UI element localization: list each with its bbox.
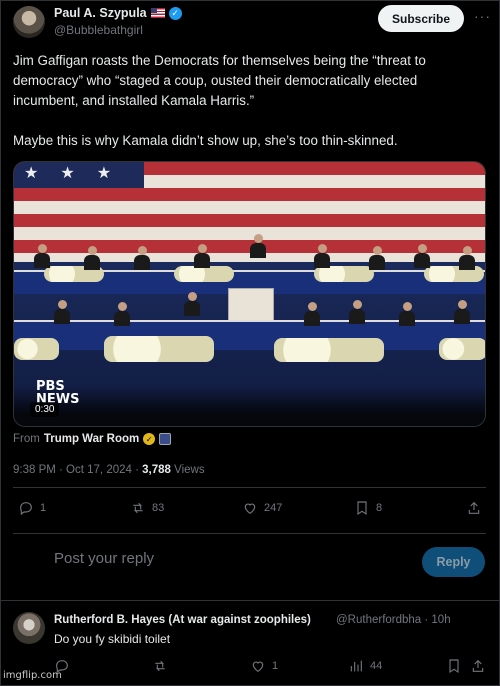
reply-comment[interactable]: Rutherford B. Hayes (At war against zoop… bbox=[0, 604, 500, 686]
tweet-timestamp[interactable]: 9:38 PM · Oct 17, 2024 · bbox=[13, 464, 139, 476]
flowers bbox=[104, 336, 214, 362]
commenter-avatar[interactable] bbox=[13, 612, 45, 644]
bookmark-count: 8 bbox=[376, 502, 383, 514]
guest bbox=[54, 300, 70, 324]
tweet-text: Jim Gaffigan roasts the Democrats for th… bbox=[13, 51, 483, 151]
analytics-icon bbox=[350, 660, 362, 672]
source-attribution: From Trump War Room ✓ bbox=[13, 433, 172, 445]
guest bbox=[349, 300, 365, 324]
like-action[interactable]: 247 bbox=[242, 500, 282, 516]
repost-action[interactable]: 83 bbox=[130, 500, 164, 516]
comment-text: Do you fy skibidi toilet bbox=[54, 632, 171, 646]
video-player[interactable]: ★★★ PBS NEWS 0:30 bbox=[13, 161, 486, 427]
guest bbox=[134, 246, 150, 270]
reply-count: 1 bbox=[40, 502, 47, 514]
author-display-name[interactable]: Paul A. Szypula bbox=[54, 6, 147, 20]
guest bbox=[114, 302, 130, 326]
flowers bbox=[439, 338, 485, 360]
guest bbox=[84, 246, 100, 270]
guest bbox=[454, 300, 470, 324]
comment-repost-action[interactable] bbox=[152, 658, 168, 674]
gold-verified-icon: ✓ bbox=[143, 433, 156, 445]
bookmark-icon bbox=[449, 659, 459, 674]
tweet-meta: 9:38 PM · Oct 17, 2024 · 3,788 Views bbox=[13, 464, 205, 476]
comment-like-action[interactable]: 1 bbox=[250, 658, 278, 674]
guest bbox=[314, 244, 330, 268]
flowers bbox=[424, 266, 484, 282]
flowers bbox=[174, 266, 234, 282]
heart-icon bbox=[252, 661, 264, 673]
guest bbox=[184, 292, 200, 316]
share-icon bbox=[472, 659, 484, 672]
commenter-handle-time[interactable]: @Rutherfordbha · 10h bbox=[336, 614, 451, 626]
guest bbox=[194, 244, 210, 268]
subscribe-button[interactable]: Subscribe bbox=[378, 5, 464, 32]
flowers bbox=[14, 338, 59, 360]
reply-composer: Reply bbox=[0, 540, 500, 585]
author-name-row[interactable]: Paul A. Szypula ✓ bbox=[54, 6, 182, 20]
comment-bookmark-action[interactable] bbox=[446, 658, 462, 674]
guest bbox=[459, 246, 475, 270]
verified-badge-icon[interactable]: ✓ bbox=[168, 6, 182, 20]
share-action[interactable] bbox=[466, 500, 482, 516]
commenter-name[interactable]: Rutherford B. Hayes (At war against zoop… bbox=[54, 614, 311, 626]
tweet-text-paragraph-1: Jim Gaffigan roasts the Democrats for th… bbox=[13, 53, 426, 108]
comment-view-count: 44 bbox=[370, 660, 383, 672]
author-handle[interactable]: @Bubblebathgirl bbox=[54, 23, 143, 37]
divider bbox=[13, 533, 486, 534]
guest bbox=[414, 244, 430, 268]
flag-stars: ★★★ bbox=[14, 162, 144, 188]
reply-button[interactable]: Reply bbox=[422, 547, 485, 577]
reply-icon bbox=[20, 502, 32, 516]
speaker bbox=[250, 234, 266, 258]
video-duration: 0:30 bbox=[30, 402, 60, 417]
author-avatar[interactable] bbox=[13, 6, 45, 38]
comment-share-action[interactable] bbox=[470, 658, 486, 674]
repost-icon bbox=[155, 660, 165, 672]
comment-like-count: 1 bbox=[272, 660, 279, 672]
divider bbox=[0, 600, 500, 601]
tweet-actions: 1 83 247 8 bbox=[0, 500, 500, 524]
flowers bbox=[274, 338, 384, 362]
more-dots-icon[interactable]: ··· bbox=[474, 8, 491, 24]
divider bbox=[13, 487, 486, 488]
guest bbox=[399, 302, 415, 326]
heart-icon bbox=[244, 503, 256, 515]
views-count: 3,788 bbox=[142, 464, 171, 476]
repost-icon bbox=[133, 502, 143, 514]
guest bbox=[304, 302, 320, 326]
guest bbox=[369, 246, 385, 270]
reply-action[interactable]: 1 bbox=[18, 500, 46, 516]
dais-table-lower bbox=[14, 320, 485, 350]
bookmark-action[interactable]: 8 bbox=[354, 500, 382, 516]
tweet-text-paragraph-2: Maybe this is why Kamala didn’t show up,… bbox=[13, 133, 398, 148]
us-flag-icon bbox=[150, 8, 165, 18]
reply-input[interactable] bbox=[54, 550, 354, 567]
comment-views-action[interactable]: 44 bbox=[348, 658, 382, 674]
like-count: 247 bbox=[264, 502, 283, 514]
imgflip-watermark: imgflip.com bbox=[3, 670, 62, 681]
repost-count: 83 bbox=[152, 502, 165, 514]
affiliate-badge-icon bbox=[159, 433, 172, 445]
bookmark-icon bbox=[357, 501, 367, 516]
from-label: From bbox=[13, 433, 40, 445]
flowers bbox=[314, 266, 374, 282]
audience-silhouettes bbox=[14, 386, 485, 426]
views-label: Views bbox=[174, 464, 205, 476]
tweet-header: Paul A. Szypula ✓ @Bubblebathgirl Subscr… bbox=[0, 0, 500, 44]
share-icon bbox=[468, 501, 480, 514]
source-account-link[interactable]: Trump War Room bbox=[44, 433, 139, 445]
guest bbox=[34, 244, 50, 268]
